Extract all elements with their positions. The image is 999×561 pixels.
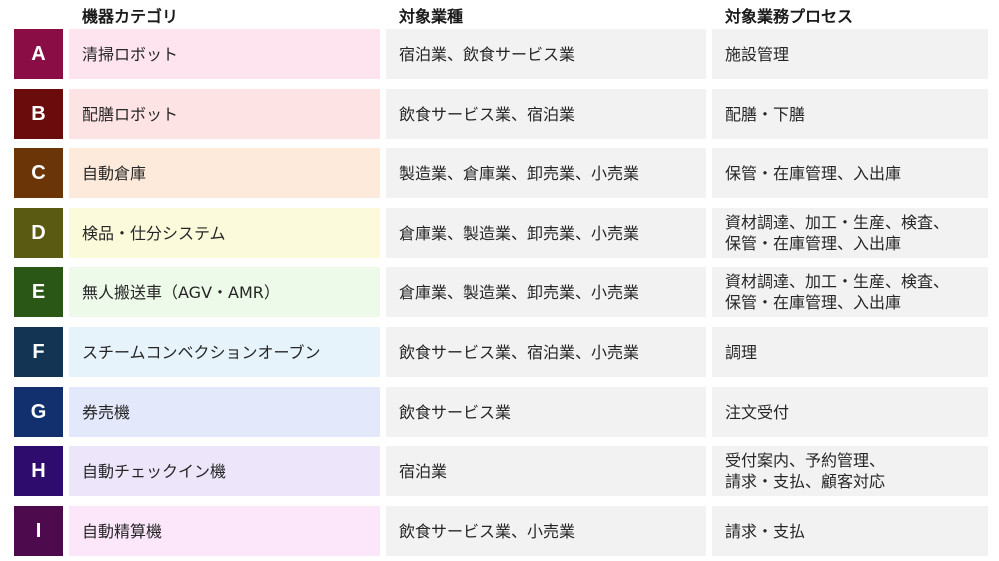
category-cell: 清掃ロボット <box>69 29 380 79</box>
table-row: G 券売機 飲食サービス業 注文受付 <box>0 387 999 437</box>
row-letter-badge: F <box>14 327 63 377</box>
category-cell: 自動倉庫 <box>69 148 380 198</box>
row-letter-badge: D <box>14 208 63 258</box>
table-row: B 配膳ロボット 飲食サービス業、宿泊業 配膳・下膳 <box>0 89 999 139</box>
table-header: 機器カテゴリ 対象業種 対象業務プロセス <box>0 6 999 28</box>
category-cell: 無人搬送車（AGV・AMR） <box>69 267 380 317</box>
industry-cell: 飲食サービス業 <box>386 387 706 437</box>
industry-cell: 倉庫業、製造業、卸売業、小売業 <box>386 208 706 258</box>
process-cell: 施設管理 <box>712 29 988 79</box>
row-letter-badge: A <box>14 29 63 79</box>
header-process: 対象業務プロセス <box>725 7 854 26</box>
category-cell: 検品・仕分システム <box>69 208 380 258</box>
industry-cell: 宿泊業、飲食サービス業 <box>386 29 706 79</box>
category-cell: 自動チェックイン機 <box>69 446 380 496</box>
industry-cell: 倉庫業、製造業、卸売業、小売業 <box>386 267 706 317</box>
header-industry: 対象業種 <box>399 7 464 26</box>
table-row: E 無人搬送車（AGV・AMR） 倉庫業、製造業、卸売業、小売業 資材調達、加工・生産… <box>0 267 999 317</box>
table-row: C 自動倉庫 製造業、倉庫業、卸売業、小売業 保管・在庫管理、入出庫 <box>0 148 999 198</box>
process-cell: 配膳・下膳 <box>712 89 988 139</box>
row-letter-badge: I <box>14 506 63 556</box>
row-letter-badge: H <box>14 446 63 496</box>
process-cell: 受付案内、予約管理、 請求・支払、顧客対応 <box>712 446 988 496</box>
process-cell: 調理 <box>712 327 988 377</box>
category-cell: 自動精算機 <box>69 506 380 556</box>
header-category: 機器カテゴリ <box>82 7 179 26</box>
category-cell: 券売機 <box>69 387 380 437</box>
table-row: I 自動精算機 飲食サービス業、小売業 請求・支払 <box>0 506 999 556</box>
process-cell: 保管・在庫管理、入出庫 <box>712 148 988 198</box>
industry-cell: 飲食サービス業、宿泊業 <box>386 89 706 139</box>
industry-cell: 飲食サービス業、小売業 <box>386 506 706 556</box>
process-cell: 資材調達、加工・生産、検査、 保管・在庫管理、入出庫 <box>712 208 988 258</box>
row-letter-badge: C <box>14 148 63 198</box>
industry-cell: 宿泊業 <box>386 446 706 496</box>
category-cell: スチームコンベクションオーブン <box>69 327 380 377</box>
industry-cell: 製造業、倉庫業、卸売業、小売業 <box>386 148 706 198</box>
table-row: F スチームコンベクションオーブン 飲食サービス業、宿泊業、小売業 調理 <box>0 327 999 377</box>
category-cell: 配膳ロボット <box>69 89 380 139</box>
process-cell: 注文受付 <box>712 387 988 437</box>
table-row: D 検品・仕分システム 倉庫業、製造業、卸売業、小売業 資材調達、加工・生産、検査、 … <box>0 208 999 258</box>
process-cell: 資材調達、加工・生産、検査、 保管・在庫管理、入出庫 <box>712 267 988 317</box>
table-row: A 清掃ロボット 宿泊業、飲食サービス業 施設管理 <box>0 29 999 79</box>
table-row: H 自動チェックイン機 宿泊業 受付案内、予約管理、 請求・支払、顧客対応 <box>0 446 999 496</box>
process-cell: 請求・支払 <box>712 506 988 556</box>
row-letter-badge: E <box>14 267 63 317</box>
industry-cell: 飲食サービス業、宿泊業、小売業 <box>386 327 706 377</box>
row-letter-badge: G <box>14 387 63 437</box>
row-letter-badge: B <box>14 89 63 139</box>
